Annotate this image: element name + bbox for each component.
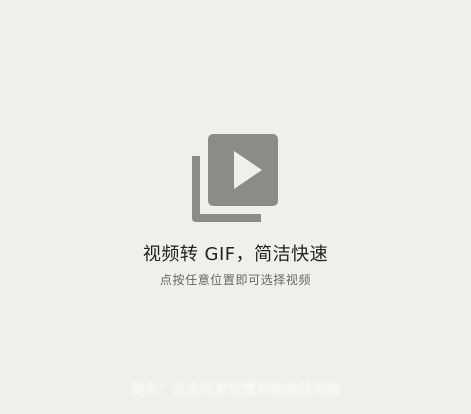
bottom-hint-text: 提示：点击任意位置开始选择视频 [130,382,341,398]
empty-state: 视频转 GIF，简洁快速 点按任意位置即可选择视频 [0,134,471,288]
select-video-area[interactable]: 视频转 GIF，简洁快速 点按任意位置即可选择视频 提示：点击任意位置开始选择视… [0,0,471,414]
instruction-text: 点按任意位置即可选择视频 [159,273,312,287]
video-library-icon [191,134,278,222]
page-title: 视频转 GIF，简洁快速 [142,244,329,265]
